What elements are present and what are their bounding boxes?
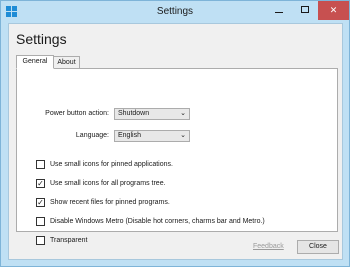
checkbox[interactable]: ✓ xyxy=(36,179,45,188)
language-label: Language: xyxy=(75,132,109,139)
checkbox[interactable] xyxy=(36,160,45,169)
checkbox[interactable] xyxy=(36,236,45,245)
general-tab-panel: Power button action: Shutdown ⌄ Language… xyxy=(16,68,338,245)
checkbox[interactable]: ✓ xyxy=(36,198,45,207)
checkmark-icon: ✓ xyxy=(37,198,44,207)
close-icon: ✕ xyxy=(329,5,338,15)
settings-window: Settings ✕ Settings General About Power … xyxy=(0,0,350,267)
tab-general[interactable]: General xyxy=(16,55,54,69)
option-label: Transparent xyxy=(50,237,88,244)
language-select[interactable]: English ⌄ xyxy=(114,130,190,142)
minimize-button[interactable] xyxy=(265,1,292,20)
minimize-icon xyxy=(275,12,283,13)
page-title: Settings xyxy=(16,31,67,47)
close-button[interactable]: Close xyxy=(297,240,339,254)
option-label: Use small icons for all programs tree. xyxy=(50,180,166,187)
maximize-button[interactable] xyxy=(292,1,318,20)
chevron-down-icon: ⌄ xyxy=(180,110,186,117)
checkbox[interactable] xyxy=(36,217,45,226)
option-label: Disable Windows Metro (Disable hot corne… xyxy=(50,218,265,225)
option-label: Show recent files for pinned programs. xyxy=(50,199,170,206)
power-button-action-value: Shutdown xyxy=(118,110,150,117)
client-area: Settings General About Power button acti… xyxy=(8,23,343,260)
feedback-link[interactable]: Feedback xyxy=(253,243,284,250)
power-button-action-label: Power button action: xyxy=(45,110,109,117)
close-window-button[interactable]: ✕ xyxy=(318,1,349,20)
language-value: English xyxy=(118,132,141,139)
title-bar[interactable]: Settings ✕ xyxy=(1,1,349,23)
checkmark-icon: ✓ xyxy=(37,179,44,188)
maximize-icon xyxy=(301,6,309,13)
power-button-action-select[interactable]: Shutdown ⌄ xyxy=(114,108,190,120)
chevron-down-icon: ⌄ xyxy=(180,132,186,139)
option-label: Use small icons for pinned applications. xyxy=(50,161,173,168)
